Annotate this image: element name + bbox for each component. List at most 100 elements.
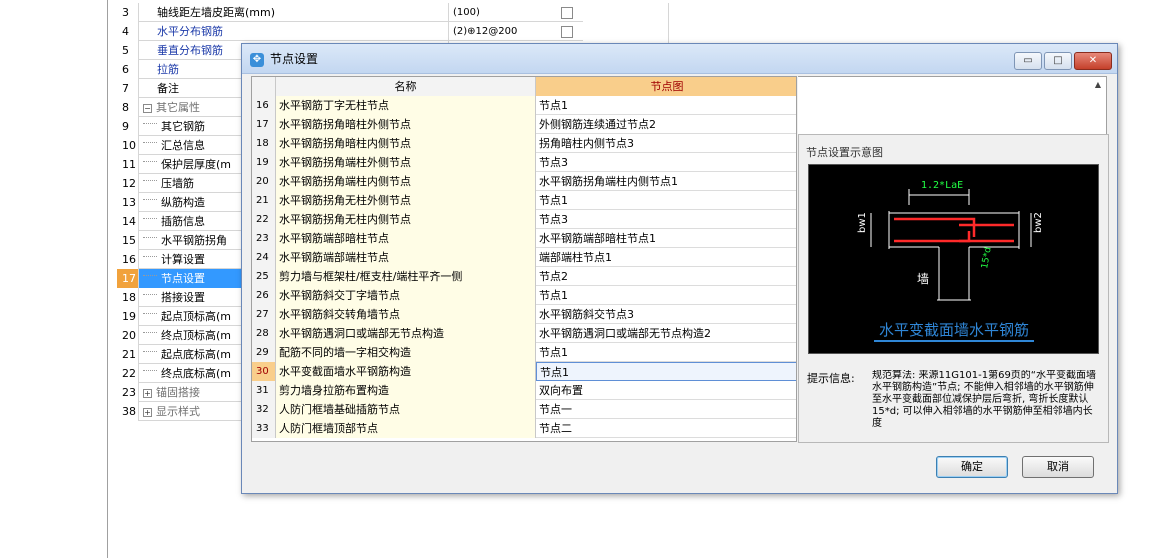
node-name: 水平钢筋遇洞口或端部无节点构造 <box>276 324 536 343</box>
node-value[interactable]: 水平钢筋斜交节点3 <box>536 305 796 324</box>
node-row[interactable]: 23 水平钢筋端部暗柱节点 水平钢筋端部暗柱节点1 <box>252 229 796 248</box>
rebar-top-bent <box>894 217 976 237</box>
node-value[interactable]: 端部端柱节点1 <box>536 248 796 267</box>
property-label: 终点底标高(m <box>161 367 232 380</box>
property-label: 起点顶标高(m <box>161 310 232 323</box>
property-label: 其它钢筋 <box>161 120 205 133</box>
maximize-button[interactable]: □ <box>1044 52 1072 70</box>
node-value[interactable]: 拐角暗柱内侧节点3 <box>536 134 796 153</box>
tree-line-icon <box>143 345 157 352</box>
node-value[interactable]: 水平钢筋端部暗柱节点1 <box>536 229 796 248</box>
property-row-number: 20 <box>117 326 139 345</box>
property-label: 其它属性 <box>156 101 200 114</box>
tree-line-icon <box>143 174 157 181</box>
column-header-name[interactable]: 名称 <box>276 77 536 96</box>
node-row[interactable]: 22 水平钢筋拐角无柱内侧节点 节点3 <box>252 210 796 229</box>
property-row-number: 13 <box>117 193 139 212</box>
node-value[interactable]: 水平钢筋遇洞口或端部无节点构造2 <box>536 324 796 343</box>
property-label: 拉筋 <box>157 63 179 76</box>
scroll-up-icon[interactable]: ▲ <box>1092 78 1104 92</box>
node-name: 水平钢筋拐角无柱内侧节点 <box>276 210 536 229</box>
property-label: 插筋信息 <box>161 215 205 228</box>
node-row[interactable]: 19 水平钢筋拐角端柱外侧节点 节点3 <box>252 153 796 172</box>
column-header-node[interactable]: 节点图 <box>536 77 796 96</box>
node-value[interactable]: 节点3 <box>536 210 796 229</box>
node-row[interactable]: 28 水平钢筋遇洞口或端部无节点构造 水平钢筋遇洞口或端部无节点构造2 <box>252 324 796 343</box>
node-row[interactable]: 33 人防门框墙顶部节点 节点二 <box>252 419 796 438</box>
tree-line-icon <box>143 364 157 371</box>
label-side: 15*d <box>980 246 994 269</box>
close-button[interactable]: ✕ <box>1074 52 1112 70</box>
property-row[interactable]: 4 水平分布钢筋 (2)⊕12@200 <box>117 22 669 41</box>
hint-text: 规范算法: 来源11G101-1第69页的“水平变截面墙水平钢筋构造”节点; 不… <box>872 370 1096 429</box>
node-value[interactable]: 节点1 <box>536 191 796 210</box>
node-row-number: 25 <box>252 267 276 286</box>
node-value[interactable]: 节点3 <box>536 153 796 172</box>
node-row[interactable]: 31 剪力墙身拉筋布置构造 双向布置 <box>252 381 796 400</box>
node-row-number: 18 <box>252 134 276 153</box>
node-row[interactable]: 16 水平钢筋丁字无柱节点 节点1 <box>252 96 796 115</box>
node-row-number: 17 <box>252 115 276 134</box>
node-name: 水平钢筋拐角暗柱内侧节点 <box>276 134 536 153</box>
expand-icon[interactable]: + <box>143 388 152 398</box>
property-row[interactable]: 3 轴线距左墙皮距离(mm) (100) <box>117 3 669 22</box>
node-row[interactable]: 25 剪力墙与框架柱/框支柱/端柱平齐一侧 节点2 <box>252 267 796 286</box>
property-checkbox[interactable] <box>561 26 573 38</box>
node-value[interactable]: 节点一 <box>536 400 796 419</box>
node-row-number: 30 <box>252 362 276 381</box>
property-label: 备注 <box>157 82 179 95</box>
node-value[interactable]: 节点1 <box>536 343 796 362</box>
ok-button[interactable]: 确定 <box>936 456 1008 478</box>
grid-header: 名称 节点图 <box>252 77 796 96</box>
node-row[interactable]: 26 水平钢筋斜交丁字墙节点 节点1 <box>252 286 796 305</box>
node-value[interactable]: 节点2 <box>536 267 796 286</box>
dialog-titlebar[interactable]: ✥ 节点设置 ▭ □ ✕ <box>242 44 1117 74</box>
left-divider <box>107 0 108 558</box>
node-value[interactable]: 水平钢筋拐角端柱内侧节点1 <box>536 172 796 191</box>
tree-line-icon <box>143 231 157 238</box>
property-label: 起点底标高(m <box>161 348 232 361</box>
property-row-number: 19 <box>117 307 139 326</box>
node-row[interactable]: 30 水平变截面墙水平钢筋构造 节点1 <box>252 362 796 381</box>
node-row[interactable]: 32 人防门框墙基础插筋节点 节点一 <box>252 400 796 419</box>
node-value[interactable]: 节点1 <box>536 362 796 381</box>
property-checkbox[interactable] <box>561 7 573 19</box>
property-row-number: 18 <box>117 288 139 307</box>
property-label: 汇总信息 <box>161 139 205 152</box>
property-label: 纵筋构造 <box>161 196 205 209</box>
property-row-number: 6 <box>117 60 139 79</box>
node-row[interactable]: 27 水平钢筋斜交转角墙节点 水平钢筋斜交节点3 <box>252 305 796 324</box>
property-row-number: 9 <box>117 117 139 136</box>
node-row[interactable]: 20 水平钢筋拐角端柱内侧节点 水平钢筋拐角端柱内侧节点1 <box>252 172 796 191</box>
node-value[interactable]: 双向布置 <box>536 381 796 400</box>
property-name: 轴线距左墙皮距离(mm) <box>139 3 449 22</box>
tree-line-icon <box>143 117 157 124</box>
node-name: 水平钢筋拐角端柱内侧节点 <box>276 172 536 191</box>
node-value[interactable]: 节点二 <box>536 419 796 438</box>
node-settings-grid: 名称 节点图 16 水平钢筋丁字无柱节点 节点1 17 水平钢筋拐角暗柱外侧节点 外侧钢筋… <box>251 76 797 442</box>
node-row-number: 21 <box>252 191 276 210</box>
node-value[interactable]: 外侧钢筋连续通过节点2 <box>536 115 796 134</box>
node-value[interactable]: 节点1 <box>536 286 796 305</box>
cancel-button[interactable]: 取消 <box>1022 456 1094 478</box>
minimize-button[interactable]: ▭ <box>1014 52 1042 70</box>
expand-icon[interactable]: + <box>143 407 152 417</box>
collapse-icon[interactable]: − <box>143 103 152 113</box>
screen: 3 轴线距左墙皮距离(mm) (100) 4 水平分布钢筋 (2)⊕12@200 5 垂直分布… <box>0 0 1153 558</box>
rebar-bottom-bent <box>894 231 971 243</box>
node-row[interactable]: 18 水平钢筋拐角暗柱内侧节点 拐角暗柱内侧节点3 <box>252 134 796 153</box>
property-value[interactable]: (100) <box>449 3 669 22</box>
property-value[interactable]: (2)⊕12@200 <box>449 22 669 41</box>
node-row[interactable]: 17 水平钢筋拐角暗柱外侧节点 外侧钢筋连续通过节点2 <box>252 115 796 134</box>
node-row-number: 27 <box>252 305 276 324</box>
node-row-number: 23 <box>252 229 276 248</box>
tree-line-icon <box>143 269 157 276</box>
grid-corner <box>252 77 276 96</box>
node-row[interactable]: 21 水平钢筋拐角无柱外侧节点 节点1 <box>252 191 796 210</box>
node-name: 剪力墙身拉筋布置构造 <box>276 381 536 400</box>
node-value[interactable]: 节点1 <box>536 96 796 115</box>
node-row[interactable]: 29 配筋不同的墙一字相交构造 节点1 <box>252 343 796 362</box>
node-row[interactable]: 24 水平钢筋端部端柱节点 端部端柱节点1 <box>252 248 796 267</box>
node-name: 人防门框墙基础插筋节点 <box>276 400 536 419</box>
property-row-number: 16 <box>117 250 139 269</box>
